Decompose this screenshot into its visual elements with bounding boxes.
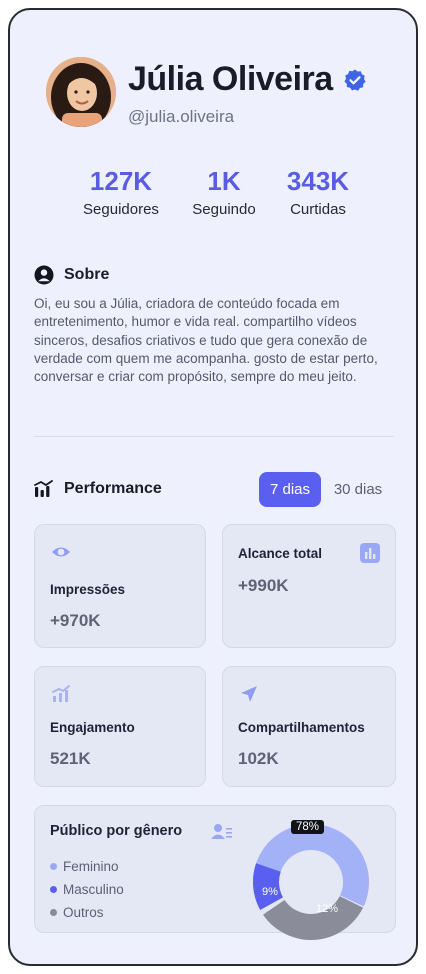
legend-dot: [50, 909, 57, 916]
slice-label-others: 12%: [316, 903, 339, 915]
profile-handle: @julia.oliveira: [128, 107, 235, 126]
metric-label: Impressões: [50, 582, 126, 597]
legend-label: Outros: [63, 905, 104, 920]
metric-card-reach[interactable]: Alcance total +990K: [222, 524, 396, 648]
avatar[interactable]: [46, 57, 116, 127]
range-7-days-tab[interactable]: 7 dias: [259, 472, 321, 507]
users-icon: [211, 824, 232, 839]
stat-value: 343K: [286, 166, 350, 196]
metric-value: 102K: [238, 749, 279, 768]
legend-label: Masculino: [63, 882, 124, 897]
donut-slice-others[interactable]: [263, 896, 364, 940]
metric-card-impressions[interactable]: Impressões +970K: [34, 524, 206, 648]
range-30-days-tab[interactable]: 30 dias: [323, 472, 393, 507]
stat-label: Seguindo: [192, 201, 256, 218]
metric-card-engagement[interactable]: Engajamento 521K: [34, 666, 206, 787]
metric-value: +970K: [50, 611, 101, 630]
stat-value: 127K: [89, 166, 153, 196]
slice-label-female: 78%: [291, 820, 325, 834]
about-header: Sobre: [34, 265, 109, 285]
performance-chart-icon: [34, 480, 53, 497]
stat-value: 1K: [207, 166, 241, 196]
metric-card-shares[interactable]: Compartilhamentos 102K: [222, 666, 396, 787]
stat-following[interactable]: 1K Seguindo: [180, 166, 268, 218]
legend-item-female: Feminino: [50, 859, 119, 874]
eye-icon: [52, 547, 70, 557]
metric-value: +990K: [238, 576, 289, 595]
divider: [34, 436, 394, 437]
verified-badge-icon: [344, 69, 366, 91]
gender-donut-chart[interactable]: [246, 816, 376, 941]
stat-label: Seguidores: [83, 201, 159, 218]
about-text: Oi, eu sou a Júlia, criadora de conteúdo…: [34, 296, 378, 385]
performance-title: Performance: [64, 480, 162, 497]
legend-item-others: Outros: [50, 905, 104, 920]
profile-card: Júlia Oliveira @julia.oliveira 127K Segu…: [8, 8, 418, 966]
stat-label: Curtidas: [290, 201, 346, 218]
about-title: Sobre: [64, 266, 110, 283]
legend-dot: [50, 863, 57, 870]
send-icon: [241, 686, 257, 702]
trend-bars-icon: [52, 685, 70, 702]
metric-label: Engajamento: [50, 720, 135, 735]
metric-value: 521K: [50, 749, 91, 768]
slice-label-male: 9%: [262, 886, 278, 898]
profile-name: Júlia Oliveira: [128, 60, 333, 98]
bar-chart-icon: [360, 543, 380, 563]
stat-followers[interactable]: 127K Seguidores: [76, 166, 166, 218]
stat-likes[interactable]: 343K Curtidas: [276, 166, 360, 218]
name-row: Júlia Oliveira: [128, 60, 367, 99]
metric-label: Compartilhamentos: [238, 720, 365, 735]
performance-header: Performance: [34, 480, 162, 498]
user-circle-icon: [34, 265, 54, 285]
gender-title: Público por gênero: [50, 823, 183, 839]
metric-label: Alcance total: [238, 546, 323, 561]
legend-dot: [50, 886, 57, 893]
legend-item-male: Masculino: [50, 882, 124, 897]
legend-label: Feminino: [63, 859, 119, 874]
